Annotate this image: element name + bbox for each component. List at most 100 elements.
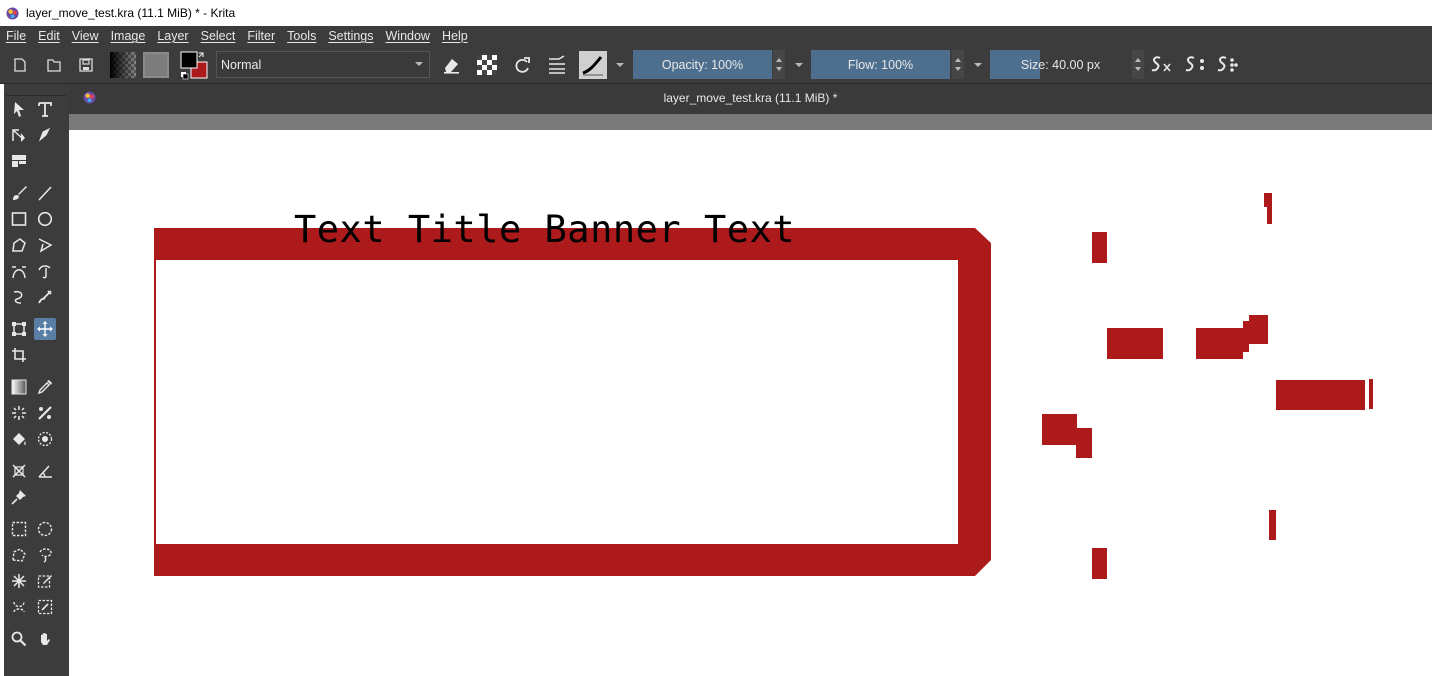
text-tool[interactable] (34, 98, 56, 120)
brush-icon (13, 186, 27, 200)
fill-tool[interactable] (8, 428, 30, 450)
size-slider[interactable]: Size: 40.00 px (990, 50, 1131, 79)
bezier-select-tool[interactable] (8, 596, 30, 618)
colorize-mask-tool[interactable] (8, 150, 30, 172)
save-button[interactable] (76, 46, 96, 84)
ellipse-select-tool[interactable] (34, 518, 56, 540)
bezier-selection-icon (13, 601, 25, 613)
flow-label: Flow: 100% (847, 57, 914, 72)
freehand-path-tool[interactable] (34, 260, 56, 282)
polygon-selection-icon (12, 548, 26, 562)
move-tool[interactable] (34, 318, 56, 340)
smart-patch-tool[interactable] (8, 402, 30, 424)
gradient-tool[interactable] (8, 376, 30, 398)
flow-dropdown-icon[interactable] (974, 63, 982, 67)
canvas[interactable]: Text Title Banner Text (69, 130, 1432, 676)
ellipse-tool[interactable] (34, 208, 56, 230)
multibrush-tool[interactable] (34, 286, 56, 308)
new-document-button[interactable] (10, 46, 30, 84)
banner-frame (154, 228, 991, 576)
angle-tool[interactable] (34, 460, 56, 482)
transform-icon (12, 322, 26, 336)
edit-shapes-tool[interactable] (8, 124, 30, 146)
ellipse-selection-icon (37, 521, 53, 537)
folder-icon (47, 59, 61, 72)
blend-mode-select[interactable]: Normal (216, 51, 430, 78)
brush-preset-dropdown-icon[interactable] (616, 63, 624, 67)
pen-nib-icon (38, 127, 51, 142)
color-swatch-selector[interactable] (179, 46, 209, 84)
document-tab-title[interactable]: layer_move_test.kra (11.1 MiB) * (69, 91, 1432, 105)
polygon-select-tool[interactable] (8, 544, 30, 566)
opacity-slider[interactable]: Opacity: 100% (633, 50, 772, 79)
window-title: layer_move_test.kra (11.1 MiB) * - Krita (26, 6, 236, 20)
dynamic-curve-icon (13, 290, 23, 304)
brush-preset-button[interactable] (578, 46, 608, 84)
menu-file[interactable]: File (6, 29, 26, 43)
select-shapes-tool[interactable] (8, 98, 30, 120)
magnetic-selection-icon (37, 599, 53, 615)
magnetic-select-tool[interactable] (34, 596, 56, 618)
reference-images-tool[interactable] (8, 486, 30, 508)
mirror-y-icon (1185, 56, 1204, 72)
measure-tool[interactable] (8, 460, 30, 482)
similar-select-tool[interactable] (34, 570, 56, 592)
edit-shapes-icon (12, 129, 25, 142)
rectangle-tool[interactable] (8, 208, 30, 230)
menu-view[interactable]: View (72, 29, 99, 43)
vertical-mirror-button[interactable] (1184, 46, 1208, 84)
fragment-7 (1369, 379, 1373, 409)
banner-title-text: Text Title Banner Text (294, 208, 796, 251)
line-tool[interactable] (34, 182, 56, 204)
calligraphy-tool[interactable] (34, 124, 56, 146)
transform-tool[interactable] (8, 318, 30, 340)
layout-blocks-icon (12, 155, 26, 167)
horizontal-mirror-button[interactable] (1150, 46, 1174, 84)
pattern-selector[interactable] (143, 46, 169, 84)
freehand-select-tool[interactable] (34, 544, 56, 566)
pan-tool[interactable] (34, 628, 56, 650)
menu-tools[interactable]: Tools (287, 29, 316, 43)
menu-layer[interactable]: Layer (157, 29, 188, 43)
enclose-fill-icon (37, 431, 53, 447)
color-picker-tool[interactable] (34, 376, 56, 398)
menu-select[interactable]: Select (201, 29, 236, 43)
similar-selection-icon (37, 575, 52, 588)
polyline-tool[interactable] (34, 234, 56, 256)
size-spinner[interactable] (1132, 50, 1144, 79)
menu-edit[interactable]: Edit (38, 29, 60, 43)
menu-settings[interactable]: Settings (328, 29, 373, 43)
flow-spinner[interactable] (952, 50, 964, 79)
menu-window[interactable]: Window (386, 29, 430, 43)
reload-preset-button[interactable] (511, 46, 533, 84)
open-document-button[interactable] (44, 46, 64, 84)
opacity-spinner[interactable] (773, 50, 785, 79)
enclose-fill-tool[interactable] (34, 428, 56, 450)
polyline-icon (38, 238, 53, 253)
crop-tool[interactable] (8, 344, 30, 366)
path-icon (38, 265, 51, 279)
bezier-curve-tool[interactable] (8, 260, 30, 282)
eraser-mode-button[interactable] (440, 46, 462, 84)
menu-filter[interactable]: Filter (247, 29, 275, 43)
freehand-brush-tool[interactable] (8, 182, 30, 204)
menu-help[interactable]: Help (442, 29, 468, 43)
sparkle-icon (12, 406, 26, 420)
polygon-tool[interactable] (8, 234, 30, 256)
gradient-selector[interactable] (110, 46, 136, 84)
wrap-around-button[interactable] (1216, 46, 1240, 84)
magic-wand-icon (12, 574, 26, 588)
menu-image[interactable]: Image (111, 29, 146, 43)
contiguous-select-tool[interactable] (8, 570, 30, 592)
gradient-preview-icon (110, 52, 136, 78)
rect-select-tool[interactable] (8, 518, 30, 540)
flow-slider[interactable]: Flow: 100% (811, 50, 950, 79)
dynamic-brush-tool[interactable] (8, 286, 30, 308)
mirror-mode-button[interactable] (545, 46, 569, 84)
preserve-alpha-button[interactable] (476, 46, 498, 84)
new-document-icon (14, 58, 26, 72)
opacity-dropdown-icon[interactable] (795, 63, 803, 67)
assistant-tool[interactable] (34, 402, 56, 424)
zoom-tool[interactable] (8, 628, 30, 650)
gradient-icon (11, 379, 27, 395)
